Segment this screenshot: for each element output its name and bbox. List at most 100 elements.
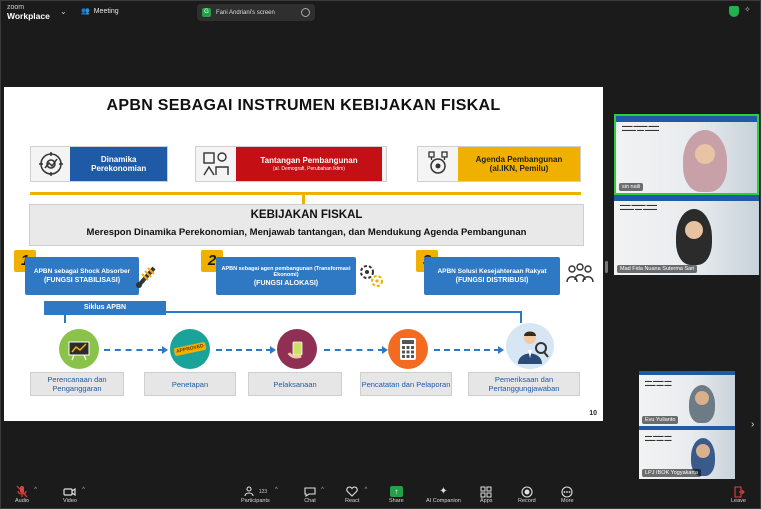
next-page-chevron-icon[interactable]: › [751, 419, 754, 430]
leave-door-icon [733, 485, 745, 498]
target-chart-icon [31, 147, 70, 181]
record-button[interactable]: Record [518, 485, 536, 504]
step-5-label: Pemeriksaan dan Pertanggungjawaban [488, 375, 560, 393]
share-button[interactable]: ↑ Share [389, 485, 404, 504]
video-label: Video [63, 498, 77, 504]
virtual-background-text: ▬▬▬ ▬▬▬▬ ▬▬▬ ▬▬▬▬ ▬▬ ▬▬▬▬ [620, 203, 657, 211]
top-box-dinamika: Dinamika Perekonomian [30, 146, 168, 182]
participants-options-chevron-icon[interactable]: ^ [275, 487, 278, 493]
gears-icon [356, 260, 386, 290]
more-button[interactable]: More [561, 485, 574, 504]
react-options-chevron-icon[interactable]: ^ [365, 487, 368, 493]
step-pencatatan: Pencatatan dan Pelaporan [360, 372, 452, 396]
top-box-3-label: Agenda Pembangunan (al.IKN, Pemilu) [475, 155, 563, 173]
step-4-label: Pencatatan dan Pelaporan [361, 379, 451, 389]
function-box-stabilisasi: APBN sebagai Shock Absorber (FUNGSI STAB… [25, 257, 139, 295]
participants-icon: 123 [244, 485, 267, 498]
gold-connector-bar [30, 192, 581, 207]
participant-avatar [676, 209, 712, 265]
apps-button[interactable]: Apps [480, 485, 493, 504]
step-pemeriksaan: Pemeriksaan dan Pertanggungjawaban [468, 372, 580, 396]
participant-name: LPJ IBOK Yogyakarta [642, 469, 701, 477]
record-icon [521, 485, 533, 498]
kebijakan-fiskal-panel: KEBIJAKAN FISKAL Merespon Dinamika Perek… [29, 204, 584, 246]
participant-name: sin naili [619, 183, 644, 191]
react-label: React [345, 498, 360, 504]
participants-count: 123 [258, 488, 268, 495]
participants-button[interactable]: 123 Participants ^ [241, 485, 278, 504]
zoom-workplace-logo: zoom Workplace [7, 3, 50, 21]
siklus-label: Siklus APBN [83, 304, 127, 311]
step-3-label: Pelaksanaan [273, 379, 317, 389]
participant-avatar [689, 385, 715, 423]
chat-bubble-icon [304, 485, 316, 498]
participants-label: Participants [241, 498, 270, 504]
chat-button[interactable]: Chat ^ [304, 485, 324, 504]
virtual-background-text: ▬▬▬ ▬▬▬▬ ▬▬▬ ▬▬▬▬ ▬▬ ▬▬▬▬ [622, 124, 659, 132]
meeting-label: Meeting [93, 7, 119, 15]
step-perencanaan: Perencanaan dan Penganggaran [30, 372, 124, 396]
function-3-line1: APBN Solusi Kesejahteraan Rakyat [437, 268, 547, 275]
function-box-alokasi: APBN sebagai agen pembangunan (Transform… [216, 257, 356, 295]
video-tile-1[interactable]: ▬▬▬ ▬▬▬▬ ▬▬▬ ▬▬▬▬ ▬▬ ▬▬▬▬ sin naili [614, 114, 759, 195]
calculator-icon [388, 329, 428, 369]
video-tile-4[interactable]: ▬▬ ▬▬▬ ▬▬ ▬▬▬ ▬▬ ▬▬ LPJ IBOK Yogyakarta [639, 426, 735, 479]
leave-button[interactable]: Leave [731, 485, 746, 504]
slide-page-number: 10 [589, 410, 597, 417]
top-box-2-label: Tantangan Pembangunan [260, 156, 358, 165]
more-dots-icon [561, 485, 573, 498]
video-tile-2[interactable]: ▬▬▬ ▬▬▬▬ ▬▬▬ ▬▬▬▬ ▬▬ ▬▬▬▬ Mad Fida Nuana … [614, 195, 759, 275]
video-options-chevron-icon[interactable]: ^ [82, 487, 85, 493]
virtual-background-text: ▬▬ ▬▬▬ ▬▬ ▬▬▬ ▬▬ ▬▬ [645, 434, 672, 442]
auditor-icon [506, 323, 554, 369]
function-2-line1: APBN sebagai agen pembangunan (Transform… [221, 265, 351, 278]
record-label: Record [518, 498, 536, 504]
top-box-2-sub: (al. Demografi, Perubahan Iklim) [273, 166, 345, 172]
payment-hand-icon [277, 329, 317, 369]
siklus-apbn-tag: Siklus APBN [44, 301, 166, 315]
heart-icon [346, 485, 358, 498]
meeting-menu[interactable]: 👥 Meeting [81, 7, 119, 16]
sharer-badge-icon: G [202, 8, 211, 17]
camera-icon [63, 485, 77, 498]
kebijakan-subtitle: Merespon Dinamika Perekonomian, Menjawab… [86, 227, 527, 238]
slide-title: APBN SEBAGAI INSTRUMEN KEBIJAKAN FISKAL [106, 97, 501, 114]
screen-share-indicator[interactable]: G Fani Andriani's screen [197, 4, 315, 21]
share-label: Share [389, 498, 404, 504]
microphone-muted-icon [16, 485, 28, 498]
panel-resize-handle[interactable] [605, 261, 608, 273]
audio-button[interactable]: Audio ^ [15, 485, 37, 504]
step-1-label: Perencanaan dan Penganggaran [47, 375, 107, 393]
approved-stamp-icon: APPROVED [170, 329, 210, 369]
chat-options-chevron-icon[interactable]: ^ [321, 487, 324, 493]
function-1-line2: (FUNGSI STABILISASI) [43, 277, 121, 284]
video-tile-3[interactable]: ▬▬ ▬▬▬ ▬▬ ▬▬▬ ▬▬ ▬▬ Evu Yulianto [639, 371, 735, 426]
kebijakan-title: KEBIJAKAN FISKAL [250, 209, 363, 221]
agenda-gear-icon [418, 147, 458, 181]
top-box-tantangan: Tantangan Pembangunan (al. Demografi, Pe… [195, 146, 387, 182]
step-arrow-1 [104, 346, 168, 354]
react-button[interactable]: React ^ [345, 485, 367, 504]
step-pelaksanaan: Pelaksanaan [248, 372, 342, 396]
sparkle-icon: ✦ [439, 486, 448, 497]
virtual-background-text: ▬▬ ▬▬▬ ▬▬ ▬▬▬ ▬▬ ▬▬ [645, 379, 672, 387]
approved-badge: APPROVED [173, 341, 207, 357]
encryption-shield-icon[interactable] [729, 6, 739, 17]
step-arrow-2 [216, 346, 276, 354]
more-label: More [561, 498, 574, 504]
video-button[interactable]: Video ^ [63, 485, 85, 504]
pin-icon[interactable]: ✧ [744, 5, 751, 14]
brand-line2: Workplace [7, 11, 50, 21]
ai-companion-button[interactable]: ✦ AI Companion [426, 485, 461, 504]
function-2-line2: (FUNGSI ALOKASI) [253, 279, 319, 287]
top-box-1-label: Dinamika Perekonomian [91, 155, 147, 173]
zoom-window: zoom Workplace ⌄ 👥 Meeting G Fani Andria… [0, 0, 761, 509]
view-options-icon[interactable] [301, 8, 310, 17]
leave-label: Leave [731, 498, 746, 504]
planning-board-icon [59, 329, 99, 369]
audio-options-chevron-icon[interactable]: ^ [34, 487, 37, 493]
workplace-menu-chevron-icon[interactable]: ⌄ [60, 7, 67, 16]
participant-name: Evu Yulianto [642, 416, 679, 424]
meeting-toolbar: Audio ^ Video ^ 123 Participants ^ Chat … [1, 483, 760, 508]
apps-label: Apps [480, 498, 493, 504]
